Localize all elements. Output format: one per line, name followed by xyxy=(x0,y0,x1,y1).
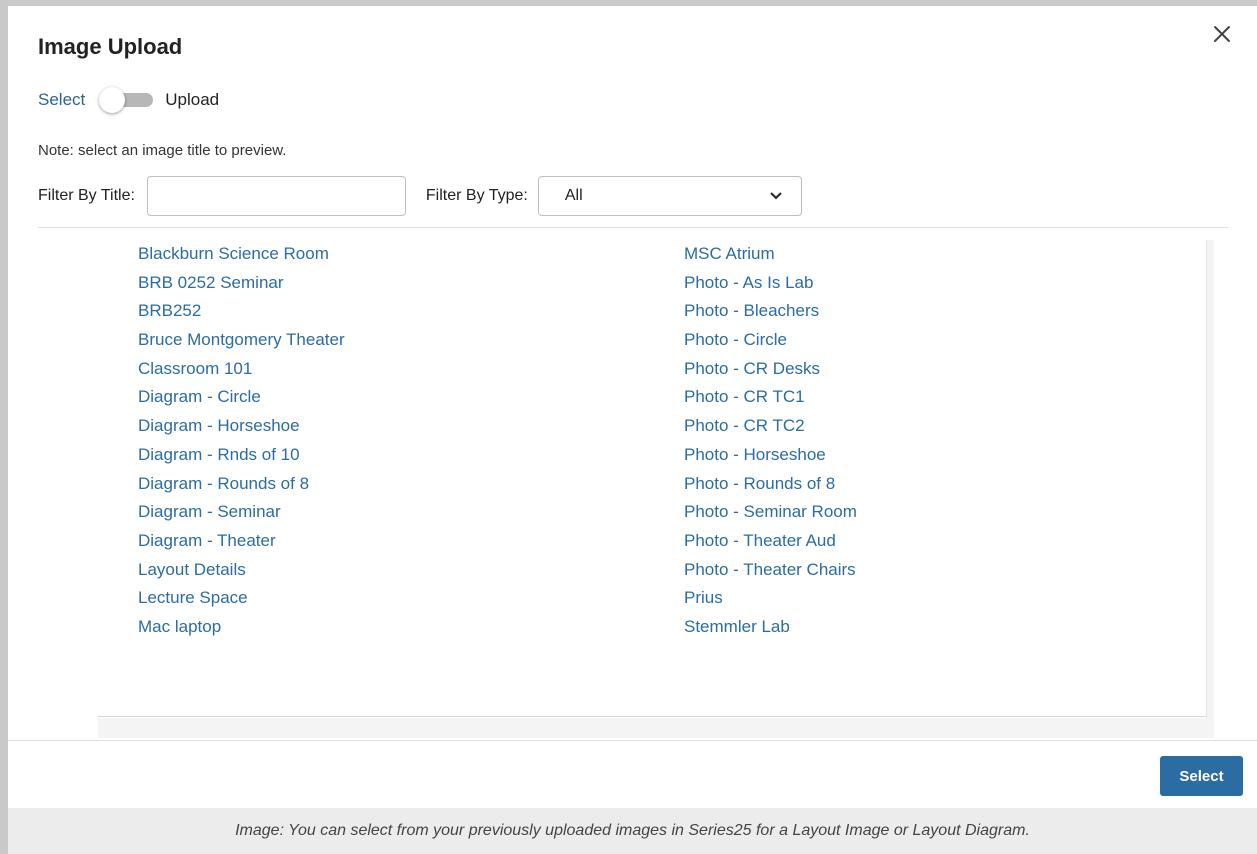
image-link[interactable]: Layout Details xyxy=(138,556,345,585)
image-link[interactable]: Photo - Bleachers xyxy=(684,297,857,326)
image-link[interactable]: Photo - As Is Lab xyxy=(684,269,857,298)
image-list-right-column: MSC Atrium Photo - As Is Lab Photo - Ble… xyxy=(684,240,857,642)
image-link[interactable]: BRB 0252 Seminar xyxy=(138,269,345,298)
chevron-down-icon xyxy=(770,192,782,200)
divider xyxy=(38,227,1228,228)
mode-toggle: Select Upload xyxy=(38,86,219,114)
mode-switch[interactable] xyxy=(99,87,155,113)
close-button[interactable] xyxy=(1210,22,1234,46)
image-link[interactable]: Photo - Theater Chairs xyxy=(684,556,857,585)
dialog-title: Image Upload xyxy=(38,34,183,59)
image-caption: Image: You can select from your previous… xyxy=(235,822,1030,839)
image-link[interactable]: Photo - Horseshoe xyxy=(684,441,857,470)
filter-title-input[interactable] xyxy=(146,176,406,216)
horizontal-scrollbar[interactable] xyxy=(98,718,1214,738)
image-link[interactable]: Lecture Space xyxy=(138,584,345,613)
image-link[interactable]: Diagram - Rnds of 10 xyxy=(138,441,345,470)
mode-select-label[interactable]: Select xyxy=(38,90,85,110)
filter-type-value: All xyxy=(564,187,583,204)
caption-bar: Image: You can select from your previous… xyxy=(8,808,1257,854)
filter-type-label: Filter By Type: xyxy=(425,187,528,204)
footer-divider xyxy=(8,740,1257,741)
image-link[interactable]: Diagram - Theater xyxy=(138,527,345,556)
filter-title-label: Filter By Title: xyxy=(38,187,135,204)
window-frame-left xyxy=(0,0,8,854)
image-link[interactable]: Photo - CR TC1 xyxy=(684,383,857,412)
image-link[interactable]: Blackburn Science Room xyxy=(138,240,345,269)
image-link[interactable]: Classroom 101 xyxy=(138,355,345,384)
mode-upload-label[interactable]: Upload xyxy=(165,90,219,110)
image-link[interactable]: Photo - CR TC2 xyxy=(684,412,857,441)
image-link[interactable]: Diagram - Rounds of 8 xyxy=(138,470,345,499)
image-link[interactable]: MSC Atrium xyxy=(684,240,857,269)
filter-row: Filter By Title: Filter By Type: All xyxy=(38,176,802,216)
image-link[interactable]: Bruce Montgomery Theater xyxy=(138,326,345,355)
image-link[interactable]: Photo - CR Desks xyxy=(684,355,857,384)
close-icon xyxy=(1214,26,1230,42)
image-link[interactable]: Photo - Circle xyxy=(684,326,857,355)
filter-type-select[interactable]: All xyxy=(537,176,802,216)
scrollbar[interactable] xyxy=(1206,240,1214,738)
image-link[interactable]: Stemmler Lab xyxy=(684,613,857,642)
image-upload-dialog: Image Upload Select Upload Note: select … xyxy=(8,6,1257,854)
image-link[interactable]: Prius xyxy=(684,584,857,613)
image-link[interactable]: Diagram - Seminar xyxy=(138,498,345,527)
image-link[interactable]: Photo - Theater Aud xyxy=(684,527,857,556)
image-link[interactable]: Photo - Seminar Room xyxy=(684,498,857,527)
image-link[interactable]: BRB252 xyxy=(138,297,345,326)
select-button[interactable]: Select xyxy=(1160,756,1243,796)
switch-knob xyxy=(99,87,126,113)
preview-note: Note: select an image title to preview. xyxy=(38,142,287,159)
image-link[interactable]: Mac laptop xyxy=(138,613,345,642)
image-link[interactable]: Photo - Rounds of 8 xyxy=(684,470,857,499)
image-link[interactable]: Diagram - Circle xyxy=(138,383,345,412)
image-link[interactable]: Diagram - Horseshoe xyxy=(138,412,345,441)
image-list-left-column: Blackburn Science Room BRB 0252 Seminar … xyxy=(138,240,345,642)
